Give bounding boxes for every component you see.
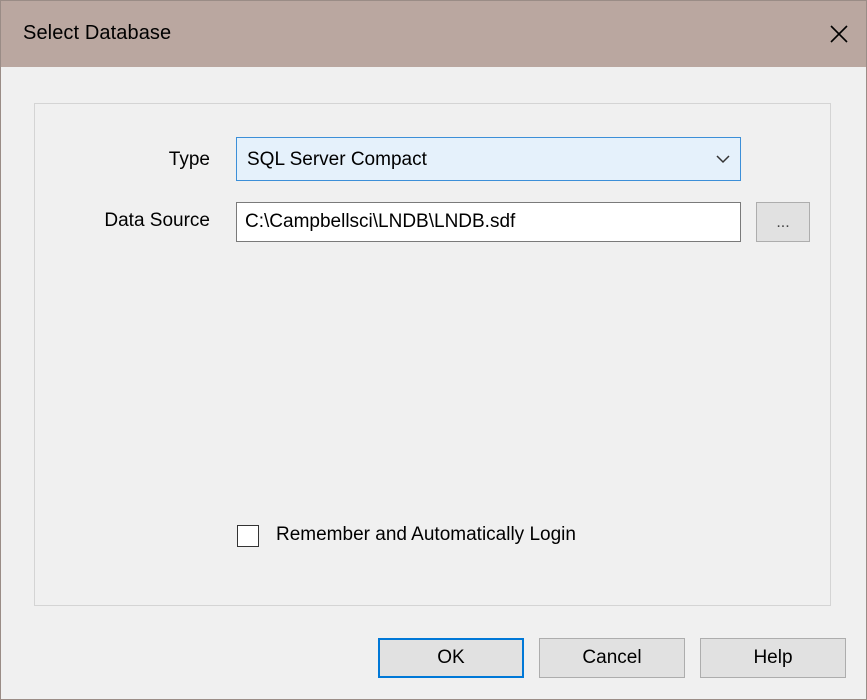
type-label: Type: [168, 149, 210, 170]
type-dropdown-value: SQL Server Compact: [247, 149, 427, 170]
cancel-button[interactable]: Cancel: [539, 638, 685, 678]
type-dropdown[interactable]: SQL Server Compact: [236, 137, 741, 181]
chevron-down-icon: [716, 155, 730, 164]
title-bar[interactable]: Select Database: [1, 1, 866, 67]
remember-login-label[interactable]: Remember and Automatically Login: [276, 524, 576, 546]
dialog-title: Select Database: [23, 22, 172, 44]
close-button[interactable]: [812, 1, 866, 67]
close-icon: [830, 25, 848, 43]
remember-login-checkbox[interactable]: [237, 525, 259, 547]
select-database-dialog: Select Database Type SQL Server Compact …: [0, 0, 867, 700]
help-button[interactable]: Help: [700, 638, 846, 678]
browse-button[interactable]: ...: [756, 202, 810, 242]
data-source-input[interactable]: [236, 202, 741, 242]
data-source-label: Data Source: [104, 210, 210, 231]
ok-button[interactable]: OK: [378, 638, 524, 678]
